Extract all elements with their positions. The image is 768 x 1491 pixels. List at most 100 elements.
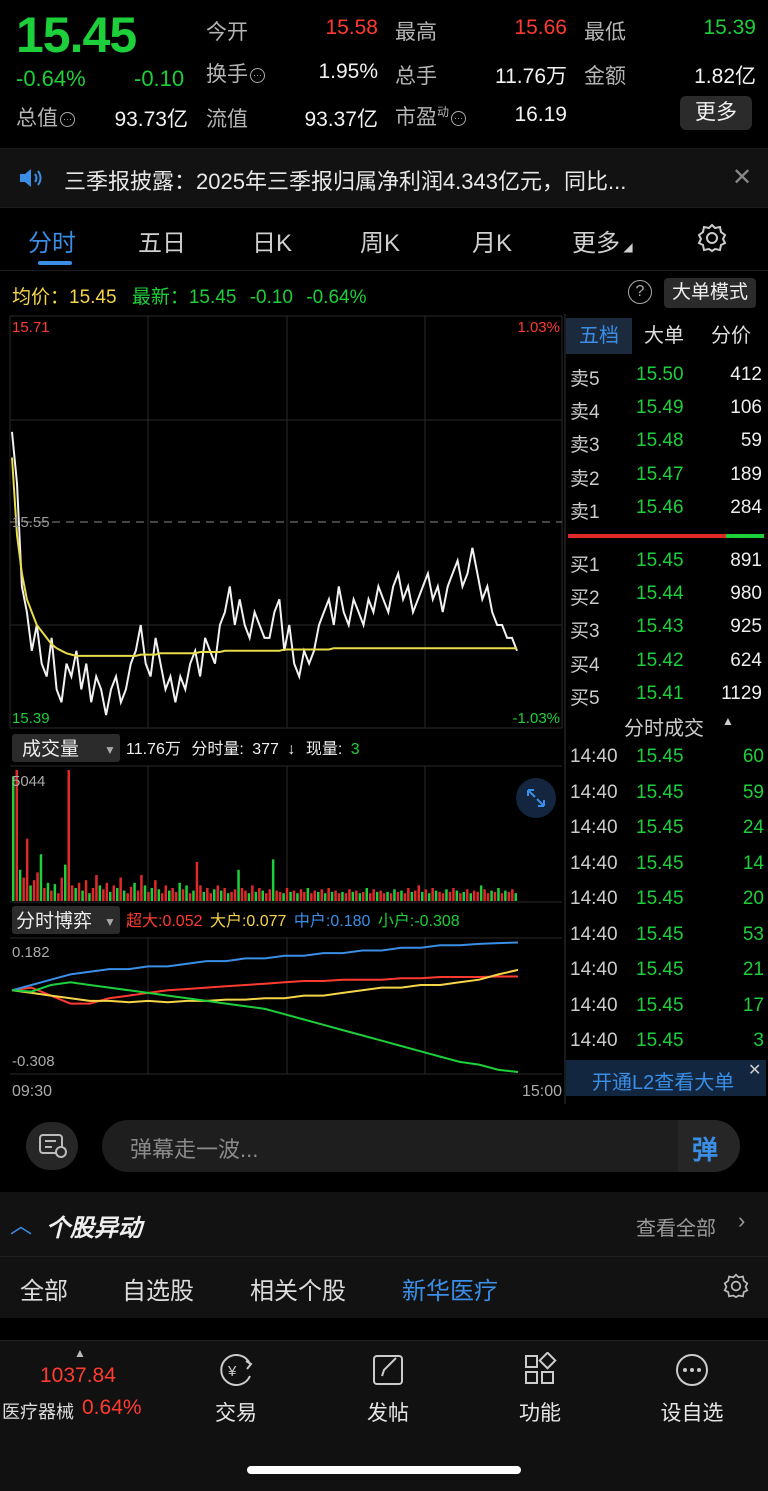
notice-bar[interactable]: 三季报披露：2025年三季报归属净利润4.343亿元，同比... ✕ bbox=[0, 148, 768, 208]
orderbook-ask-row[interactable]: 卖1 15.46 284 bbox=[566, 491, 766, 524]
sector-index[interactable]: ▲ 1037.84 医疗器械 0.64% bbox=[0, 1346, 160, 1426]
tab-price-dist[interactable]: 分价 bbox=[698, 318, 764, 354]
trade-row[interactable]: 14:40 15.45 59 bbox=[566, 776, 766, 812]
orderbook-bid-row[interactable]: 买3 15.43 925 bbox=[566, 610, 766, 643]
volume-bar bbox=[282, 893, 285, 901]
orderbook-bid-row[interactable]: 买5 15.41 1129 bbox=[566, 677, 766, 710]
pe-label[interactable]: 市盈动 ··· bbox=[395, 101, 467, 131]
fullscreen-icon[interactable] bbox=[516, 778, 556, 818]
orderbook-bid-row[interactable]: 买4 15.42 624 bbox=[566, 644, 766, 677]
trade-row[interactable]: 14:40 15.45 21 bbox=[566, 953, 766, 989]
volume-bar bbox=[112, 885, 115, 901]
nav-post[interactable]: 发帖 bbox=[338, 1352, 438, 1427]
nav-functions[interactable]: 功能 bbox=[490, 1351, 590, 1427]
home-indicator[interactable] bbox=[247, 1466, 521, 1474]
nav-trade[interactable]: ¥ 交易 bbox=[186, 1352, 286, 1427]
trade-row[interactable]: 14:40 15.45 17 bbox=[566, 989, 766, 1025]
volume-bar bbox=[348, 889, 351, 901]
intraday-charts[interactable]: 15.71 15.55 15.39 1.03% -1.03% 成交量 ▼ 11.… bbox=[0, 314, 566, 1104]
nav-add-watchlist[interactable]: 设自选 bbox=[642, 1352, 742, 1427]
edit-icon bbox=[373, 1355, 403, 1385]
tab-daily-k[interactable]: 日K bbox=[252, 223, 292, 258]
danmu-placeholder: 弹幕走一波... bbox=[130, 1137, 259, 1162]
volume-bar bbox=[206, 888, 209, 901]
volume-bar bbox=[407, 888, 410, 901]
volume-bar bbox=[181, 889, 185, 901]
trade-volume: 24 bbox=[742, 817, 764, 838]
info-icon[interactable]: ··· bbox=[60, 112, 75, 127]
volume-bar bbox=[98, 885, 102, 901]
orderbook-ask-row[interactable]: 卖4 15.49 106 bbox=[566, 391, 766, 424]
close-icon[interactable]: ✕ bbox=[732, 163, 752, 192]
help-icon[interactable]: ? bbox=[628, 280, 652, 304]
volume-bar bbox=[150, 888, 154, 901]
tab-five-day[interactable]: 五日 bbox=[138, 223, 186, 258]
tab-more[interactable]: 更多 ◢ bbox=[572, 223, 633, 258]
subtab-watchlist[interactable]: 自选股 bbox=[122, 1271, 194, 1306]
market-cap-label[interactable]: 总值 ··· bbox=[16, 102, 75, 132]
gear-icon[interactable] bbox=[723, 1273, 749, 1299]
volume-bar bbox=[337, 893, 341, 901]
danmu-list-icon[interactable] bbox=[26, 1122, 78, 1170]
volume-bar bbox=[168, 890, 171, 901]
chevron-right-icon[interactable]: › bbox=[738, 1208, 745, 1234]
trade-time: 14:40 bbox=[570, 852, 618, 874]
volume-bar bbox=[32, 880, 36, 901]
volume-bar bbox=[434, 890, 438, 901]
more-button[interactable]: 更多 bbox=[680, 96, 752, 130]
trades-header[interactable]: 分时成交 ▲ bbox=[566, 708, 766, 742]
volume-bar bbox=[424, 889, 427, 901]
subtab-related[interactable]: 相关个股 bbox=[250, 1271, 346, 1306]
chevron-up-icon[interactable]: ︿ bbox=[10, 1208, 32, 1240]
ask-price: 15.50 bbox=[636, 364, 684, 385]
trade-row[interactable]: 14:40 15.45 3 bbox=[566, 1024, 766, 1060]
trade-price: 15.45 bbox=[636, 888, 684, 909]
orderbook-bid-row[interactable]: 买2 15.44 980 bbox=[566, 577, 766, 610]
big-order-mode-button[interactable]: 大单模式 bbox=[664, 278, 756, 308]
info-icon[interactable]: ··· bbox=[250, 68, 265, 83]
trade-row[interactable]: 14:40 15.45 60 bbox=[566, 740, 766, 776]
volume-bar bbox=[369, 893, 372, 901]
trade-time: 14:40 bbox=[570, 923, 618, 945]
trade-volume: 21 bbox=[742, 959, 764, 980]
l2-banner[interactable]: 开通L2查看大单 ✕ bbox=[566, 1060, 766, 1096]
volume-bar bbox=[358, 893, 362, 901]
turnover-label[interactable]: 换手 ··· bbox=[206, 58, 265, 88]
trade-row[interactable]: 14:40 15.45 24 bbox=[566, 811, 766, 847]
low-value: 15.39 bbox=[703, 16, 756, 39]
volume-bar bbox=[438, 891, 441, 901]
orderbook-ask-row[interactable]: 卖5 15.50 412 bbox=[566, 358, 766, 391]
stock-movers-header[interactable]: ︿ 个股异动 查看全部 › bbox=[0, 1192, 768, 1256]
close-icon[interactable]: ✕ bbox=[748, 1060, 761, 1080]
time-end-label: 15:00 bbox=[522, 1083, 562, 1100]
volume-bar bbox=[351, 891, 355, 901]
trade-row[interactable]: 14:40 15.45 14 bbox=[566, 847, 766, 883]
info-icon[interactable]: ··· bbox=[451, 111, 467, 126]
tab-big-orders[interactable]: 大单 bbox=[632, 318, 696, 354]
volume-bar bbox=[500, 893, 504, 901]
float-cap-value: 93.37亿 bbox=[304, 108, 378, 131]
subtab-all[interactable]: 全部 bbox=[20, 1271, 68, 1306]
danmu-send-button[interactable]: 弹 bbox=[678, 1120, 740, 1172]
notice-text[interactable]: 三季报披露：2025年三季报归属净利润4.343亿元，同比... bbox=[64, 164, 626, 196]
bid-volume: 925 bbox=[730, 616, 762, 638]
volume-bar bbox=[154, 880, 157, 901]
orderbook-bid-row[interactable]: 买1 15.45 891 bbox=[566, 544, 766, 577]
tab-monthly-k[interactable]: 月K bbox=[472, 223, 512, 258]
latest-label: 最新： bbox=[131, 287, 189, 308]
tab-weekly-k[interactable]: 周K bbox=[360, 223, 400, 258]
orderbook-ask-row[interactable]: 卖3 15.48 59 bbox=[566, 424, 766, 457]
trade-volume: 3 bbox=[753, 1030, 764, 1051]
trade-row[interactable]: 14:40 15.45 53 bbox=[566, 918, 766, 954]
sector-name: 医疗器械 bbox=[2, 1402, 74, 1422]
tab-intraday[interactable]: 分时 bbox=[28, 223, 76, 258]
trade-volume: 59 bbox=[742, 781, 764, 803]
price-chart-grid bbox=[9, 315, 563, 729]
orderbook-ask-row[interactable]: 卖2 15.47 189 bbox=[566, 458, 766, 491]
subtab-company[interactable]: 新华医疗 bbox=[402, 1271, 498, 1306]
tab-five-levels[interactable]: 五档 bbox=[566, 318, 632, 354]
avg-price-line bbox=[11, 457, 517, 657]
trade-row[interactable]: 14:40 15.45 20 bbox=[566, 882, 766, 918]
view-all-link[interactable]: 查看全部 bbox=[636, 1212, 716, 1241]
settings-gear-icon[interactable] bbox=[697, 223, 727, 253]
